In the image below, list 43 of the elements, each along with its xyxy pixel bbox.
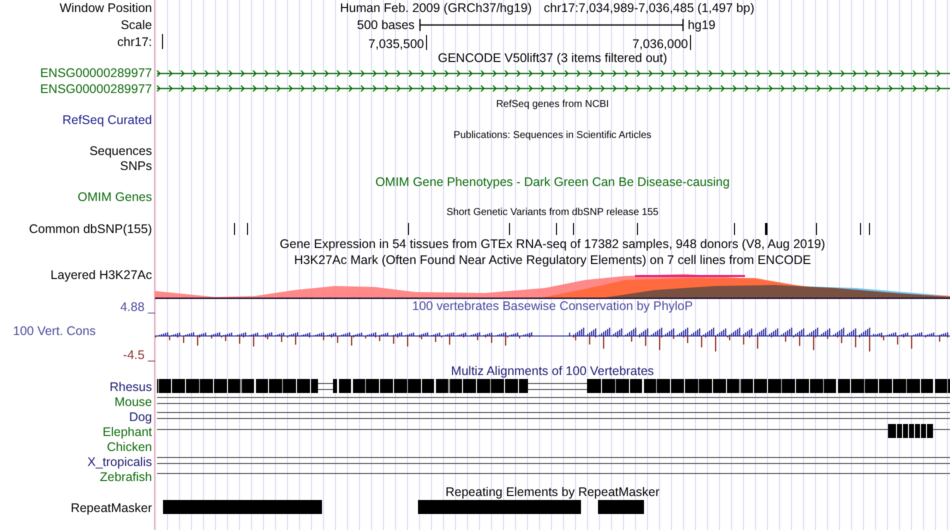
track-title: Gene Expression in 54 tissues from GTEx RNA-seq of 17382 samples, 948 donors (V8, Aug 2019) [280,237,826,252]
scale-label: Scale [120,18,152,32]
track-label[interactable]: Dog [129,410,152,424]
track-label[interactable]: OMIM Genes [78,190,152,204]
track-label[interactable]: RefSeq Curated [62,112,152,127]
track-label[interactable]: Rhesus [110,380,152,394]
track-label[interactable]: Mouse [114,394,152,408]
scale-length-text: 500 bases [357,18,415,32]
track-label[interactable]: X_tropicalis [87,454,152,468]
track-label[interactable]: Elephant [102,424,152,438]
axis-max-label: 4.88 _ [119,300,155,314]
chromosome-label: chr17: [117,35,152,49]
track-label[interactable]: SNPs [120,159,152,174]
track-label[interactable]: Sequences [89,144,152,158]
assembly-title: Human Feb. 2009 (GRCh37/hg19) [340,1,532,15]
tick-mark [162,34,163,49]
tick-mark [690,35,691,50]
track-label[interactable]: ENSG00000289977 [40,66,152,80]
gene-drawing[interactable] [156,70,950,77]
track-title: Repeating Elements by RepeatMasker [445,484,660,499]
gene-drawing[interactable] [156,85,950,92]
window-position-label: Window Position [60,1,152,15]
coordinate-label: 7,036,000 [632,38,688,50]
track-title: Short Genetic Variants from dbSNP release 155 [446,207,658,218]
tick-mark [426,35,427,50]
track-title: Publications: Sequences in Scientific Articles [454,130,652,141]
track-label[interactable]: 100 Vert. Cons [0,324,155,338]
track-label[interactable]: RepeatMasker [70,500,152,514]
track-label[interactable]: Common dbSNP(155) [29,222,152,236]
track-title: H3K27Ac Mark (Often Found Near Active Regulatory Elements) on 7 cell lines from ENCODE [294,252,811,267]
axis-min-label: -4.5 _ [122,348,155,362]
track-title: 100 vertebrates Basewise Conservation by PhyloP [412,298,693,312]
track-label[interactable]: Chicken [106,440,152,454]
track-title: Multiz Alignments of 100 Vertebrates [451,364,654,378]
coordinate-label: 7,035,500 [368,38,424,50]
position-text[interactable]: chr17:7,034,989-7,036,485 (1,497 bp) [544,1,754,15]
track-title: GENCODE V50lift37 (3 items filtered out) [438,50,668,65]
track-title: RefSeq genes from NCBI [496,98,609,110]
scale-assembly-text: hg19 [688,18,716,32]
track-label[interactable]: Layered H3K27Ac [50,268,152,282]
track-title: OMIM Gene Phenotypes - Dark Green Can Be Disease-causing [375,174,730,189]
track-label[interactable]: ENSG00000289977 [40,82,152,96]
track-label[interactable]: Zebrafish [100,470,152,484]
